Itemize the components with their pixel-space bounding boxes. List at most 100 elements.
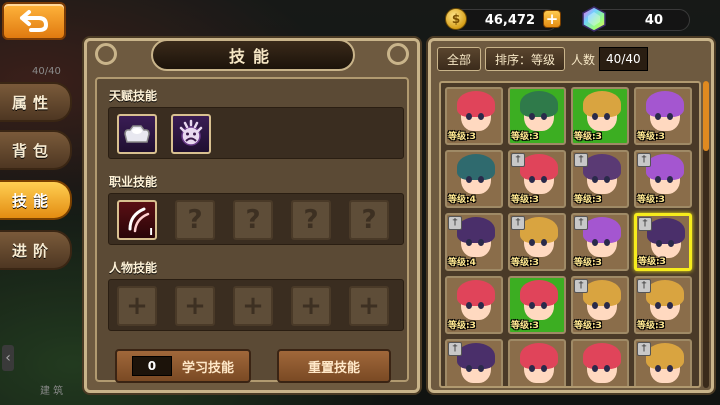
add-gold-button[interactable]: + <box>543 10 561 28</box>
hero-card[interactable]: 等级:3 <box>571 87 629 145</box>
hero-eye <box>466 113 472 120</box>
hero-level: 等级:4 <box>448 258 476 268</box>
talent-skill-slot[interactable] <box>171 114 211 154</box>
hero-grid-scrollbar[interactable] <box>703 81 709 388</box>
hero-eye <box>592 239 598 246</box>
locked-question-icon: ? <box>303 205 319 235</box>
hero-card[interactable]: † <box>634 339 692 386</box>
locked-skill-slot: ? <box>291 200 331 240</box>
sidebar-building-label: 建 筑 <box>40 386 64 397</box>
hero-card[interactable]: 等级:3 <box>508 276 566 334</box>
character-skills-label: 人物技能 <box>109 261 158 275</box>
hero-hair <box>520 280 558 306</box>
hero-count-label: 人数 <box>571 52 596 67</box>
hero-card[interactable]: 等级:3 <box>508 87 566 145</box>
hero-hair <box>646 280 684 306</box>
tab-advance[interactable]: 进阶 <box>0 230 72 270</box>
hero-panel: 全部 排序：等级 人数 40/40 等级:3 等级:3 等级:3 等级:3 等级:4 † 等… <box>428 38 714 393</box>
hero-card[interactable]: † 等级:3 <box>571 276 629 334</box>
scroll-left-arrow-icon[interactable]: ‹ <box>2 345 14 371</box>
hero-card[interactable]: † 等级:3 <box>634 150 692 208</box>
plus-icon: + <box>184 291 206 321</box>
hero-card[interactable]: † 等级:3 <box>571 150 629 208</box>
locked-question-icon: ? <box>361 205 377 235</box>
hero-hair <box>646 343 684 369</box>
learn-skill-button[interactable]: 0 学习技能 <box>115 349 251 383</box>
weapon-badge-icon: † <box>637 279 651 293</box>
job-skill-slot[interactable]: I <box>117 200 157 240</box>
tab-label: 技能 <box>12 191 55 210</box>
hero-level: 等级:3 <box>511 321 539 331</box>
hero-card[interactable] <box>571 339 629 386</box>
weapon-badge-icon: † <box>448 216 462 230</box>
claw-slash-icon <box>128 207 150 233</box>
locked-skill-slot: ? <box>175 200 215 240</box>
hero-level: 等级:3 <box>574 132 602 142</box>
empty-skill-slot[interactable]: + <box>291 286 331 326</box>
hero-eye <box>667 113 673 120</box>
skill-panel-body: 天赋技能 职业技能 I ? ? ? ? 人物技能 + + + + + <box>95 77 409 382</box>
hero-card[interactable]: † 等级:3 <box>571 213 629 271</box>
job-skills-label: 职业技能 <box>109 175 158 189</box>
gem-value: 40 <box>644 12 663 28</box>
hero-level: 等级:3 <box>511 195 539 205</box>
tab-skills[interactable]: 技能 <box>0 180 72 220</box>
hero-grid: 等级:3 等级:3 等级:3 等级:3 等级:4 † 等级:3 † 等级:3 † 等级:3 † 等级:4… <box>439 81 701 388</box>
gold-value: 46,472 <box>484 12 535 28</box>
hero-eye <box>466 239 472 246</box>
hero-card[interactable]: 等级:3 <box>445 276 503 334</box>
hero-hair <box>457 154 495 180</box>
hero-eye <box>655 302 661 309</box>
locked-question-icon: ? <box>245 205 261 235</box>
hero-card[interactable]: † 等级:3 <box>508 150 566 208</box>
gold-coin-icon: $ <box>445 8 467 30</box>
hero-card[interactable]: † <box>445 339 503 386</box>
locked-skill-slot: ? <box>233 200 273 240</box>
panel-ornament <box>387 43 409 65</box>
plus-icon: + <box>126 291 148 321</box>
gold-ingot-icon <box>124 125 150 143</box>
hero-hair <box>583 91 621 117</box>
hero-card[interactable]: † 等级:3 <box>634 276 692 334</box>
hero-hair <box>647 218 685 244</box>
hero-eye <box>655 113 661 120</box>
hero-hair <box>646 154 684 180</box>
hero-hair <box>457 91 495 117</box>
weapon-badge-icon: † <box>574 216 588 230</box>
hero-hair <box>520 91 558 117</box>
hero-eye <box>604 365 610 372</box>
hero-eye <box>466 176 472 183</box>
reset-skill-label: 重置技能 <box>307 360 360 376</box>
talent-skill-slot[interactable] <box>117 114 157 154</box>
empty-skill-slot[interactable]: + <box>233 286 273 326</box>
hero-eye <box>604 302 610 309</box>
hero-card[interactable]: † 等级:3 <box>508 213 566 271</box>
plus-icon: + <box>358 291 380 321</box>
hero-eye <box>668 240 674 247</box>
hero-card[interactable]: 等级:4 <box>445 150 503 208</box>
hero-card[interactable]: 等级:3 <box>445 87 503 145</box>
tab-attributes[interactable]: 属性 <box>0 82 72 122</box>
empty-skill-slot[interactable]: + <box>117 286 157 326</box>
tab-backpack[interactable]: 背包 <box>0 130 72 170</box>
hero-eye <box>667 365 673 372</box>
hero-card[interactable]: † 等级:4 <box>445 213 503 271</box>
back-button[interactable] <box>2 2 66 40</box>
tab-label: 属性 <box>12 93 55 112</box>
empty-skill-slot[interactable]: + <box>349 286 389 326</box>
hero-card[interactable]: † 等级:3 <box>634 213 692 271</box>
reset-skill-button[interactable]: 重置技能 <box>277 349 391 383</box>
sort-by-level-button[interactable]: 排序：等级 <box>485 47 566 71</box>
plus-icon: + <box>300 291 322 321</box>
empty-skill-slot[interactable]: + <box>175 286 215 326</box>
weapon-badge-icon: † <box>511 216 525 230</box>
hero-card[interactable] <box>508 339 566 386</box>
hero-eye <box>604 176 610 183</box>
scrollbar-thumb[interactable] <box>703 81 709 151</box>
hero-eye <box>655 176 661 183</box>
hero-card[interactable]: 等级:3 <box>634 87 692 145</box>
hero-eye <box>466 365 472 372</box>
sidebar-count-label: 40/40 <box>32 66 61 77</box>
filter-all-button[interactable]: 全部 <box>437 47 482 71</box>
talent-skills-label: 天赋技能 <box>109 89 158 103</box>
